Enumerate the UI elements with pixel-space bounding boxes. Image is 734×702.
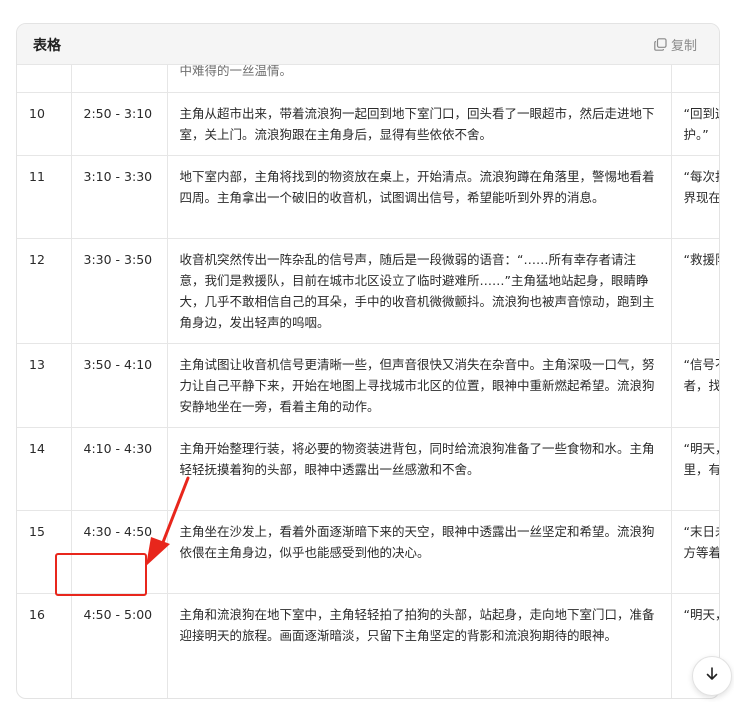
cell-time [71, 65, 168, 93]
cell-number: 13 [17, 343, 72, 428]
card-title: 表格 [33, 38, 61, 54]
cell-line [671, 65, 719, 93]
table-row: 15 4:30 - 4:50 主角坐在沙发上，看着外面逐渐暗下来的天空，眼神中透… [17, 510, 719, 594]
cell-number: 12 [17, 238, 72, 344]
card-header: 表格 复制 [17, 24, 719, 65]
cell-line: “末日未 方等着 [671, 510, 719, 594]
cell-time: 3:10 - 3:30 [71, 155, 168, 239]
table-card: 表格 复制 中难得的一丝温情。 10 2:50 - 3:10 主角从超市出来，带… [16, 23, 720, 699]
copy-label: 复制 [670, 39, 697, 54]
table-row: 10 2:50 - 3:10 主角从超市出来，带着流浪狗一起回到地下室门口，回头… [17, 92, 719, 156]
cell-number [17, 65, 72, 93]
cell-time: 3:50 - 4:10 [71, 343, 168, 428]
table-row: 中难得的一丝温情。 [17, 65, 719, 93]
cell-line: “每次打 界现在 [671, 155, 719, 239]
table-row: 14 4:10 - 4:30 主角开始整理行装，将必要的物资装进背包，同时给流浪… [17, 427, 719, 511]
scroll-to-bottom-button[interactable] [692, 656, 732, 696]
cell-time: 3:30 - 3:50 [71, 238, 168, 344]
table-row: 11 3:10 - 3:30 地下室内部，主角将找到的物资放在桌上，开始清点。流… [17, 155, 719, 239]
cell-line: “回到这 护。” [671, 92, 719, 156]
cell-time: 4:50 - 5:00 [71, 593, 168, 698]
cell-line: “信号不 者，找 [671, 343, 719, 428]
cell-description: 主角开始整理行装，将必要的物资装进背包，同时给流浪狗准备了一些食物和水。主角轻轻… [167, 427, 672, 511]
cell-number: 10 [17, 92, 72, 156]
copy-icon [654, 38, 667, 51]
cell-description: 中难得的一丝温情。 [167, 65, 672, 93]
cell-number: 14 [17, 427, 72, 511]
table-row: 16 4:50 - 5:00 主角和流浪狗在地下室中，主角轻轻拍了拍狗的头部，站… [17, 593, 719, 698]
arrow-down-icon [704, 666, 720, 686]
cell-number: 16 [17, 593, 72, 698]
cell-description: 收音机突然传出一阵杂乱的信号声，随后是一段微弱的语音：“……所有幸存者请注意，我… [167, 238, 672, 344]
cell-description: 主角和流浪狗在地下室中，主角轻轻拍了拍狗的头部，站起身，走向地下室门口，准备迎接… [167, 593, 672, 698]
cell-number: 11 [17, 155, 72, 239]
cell-description: 地下室内部，主角将找到的物资放在桌上，开始清点。流浪狗蹲在角落里，警惕地看着四周… [167, 155, 672, 239]
cell-number: 15 [17, 510, 72, 594]
cell-time: 2:50 - 3:10 [71, 92, 168, 156]
cell-time: 4:30 - 4:50 [71, 510, 168, 594]
cell-description: 主角坐在沙发上，看着外面逐渐暗下来的天空，眼神中透露出一丝坚定和希望。流浪狗依偎… [167, 510, 672, 594]
table-scroll-area[interactable]: 中难得的一丝温情。 10 2:50 - 3:10 主角从超市出来，带着流浪狗一起… [17, 65, 719, 698]
table-row: 12 3:30 - 3:50 收音机突然传出一阵杂乱的信号声，随后是一段微弱的语… [17, 238, 719, 344]
cell-line: “明天， 里，有 [671, 427, 719, 511]
cell-time: 4:10 - 4:30 [71, 427, 168, 511]
cell-line: “救援队 [671, 238, 719, 344]
cell-description: 主角试图让收音机信号更清晰一些，但声音很快又消失在杂音中。主角深吸一口气，努力让… [167, 343, 672, 428]
table-row: 13 3:50 - 4:10 主角试图让收音机信号更清晰一些，但声音很快又消失在… [17, 343, 719, 428]
copy-button[interactable]: 复制 [654, 35, 697, 54]
storyboard-table: 中难得的一丝温情。 10 2:50 - 3:10 主角从超市出来，带着流浪狗一起… [17, 65, 719, 698]
cell-description: 主角从超市出来，带着流浪狗一起回到地下室门口，回头看了一眼超市，然后走进地下室，… [167, 92, 672, 156]
